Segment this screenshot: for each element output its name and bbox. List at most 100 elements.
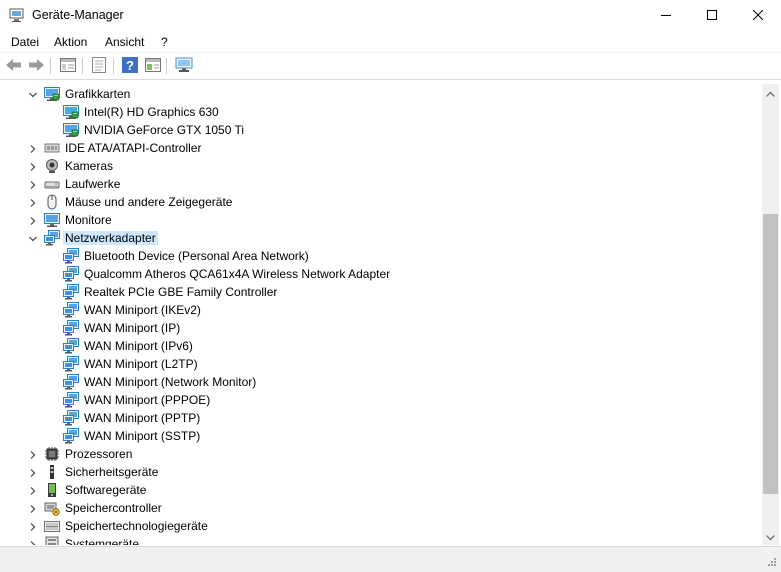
tree-category-speichertechnologiegeräte[interactable]: Speichertechnologiegeräte xyxy=(0,517,760,535)
minimize-button[interactable] xyxy=(643,0,689,31)
tree-device-item[interactable]: Bluetooth Device (Personal Area Network) xyxy=(0,247,760,265)
chevron-right-icon[interactable] xyxy=(28,503,38,513)
maximize-icon xyxy=(707,9,717,23)
properties-window-button[interactable] xyxy=(58,57,78,75)
driver-details-icon xyxy=(92,56,106,76)
network-adapter-icon xyxy=(63,428,79,444)
chevron-right-icon[interactable] xyxy=(28,521,38,531)
menu-help[interactable]: ? xyxy=(161,35,168,49)
storage-controller-icon xyxy=(44,500,60,516)
tree-device-item[interactable]: Qualcomm Atheros QCA61x4A Wireless Netwo… xyxy=(0,265,760,283)
toolbar-separator xyxy=(82,58,83,74)
view-button[interactable] xyxy=(143,57,163,75)
chevron-right-icon[interactable] xyxy=(28,485,38,495)
tree-device-item[interactable]: Realtek PCIe GBE Family Controller xyxy=(0,283,760,301)
chevron-down-icon[interactable] xyxy=(28,89,38,99)
menu-datei[interactable]: Datei xyxy=(11,35,39,49)
chevron-down-icon[interactable] xyxy=(28,233,38,243)
chevron-right-icon[interactable] xyxy=(28,179,38,189)
tree-item-label: Qualcomm Atheros QCA61x4A Wireless Netwo… xyxy=(84,267,391,281)
title-bar: Geräte-Manager xyxy=(0,0,781,31)
close-button[interactable] xyxy=(735,0,781,31)
toolbar: ? xyxy=(0,53,781,80)
menu-aktion[interactable]: Aktion xyxy=(54,35,87,49)
tree-item-label: Bluetooth Device (Personal Area Network) xyxy=(84,249,309,263)
chevron-right-icon[interactable] xyxy=(28,467,38,477)
storage-technology-icon xyxy=(44,518,60,534)
tree-device-item[interactable]: WAN Miniport (PPTP) xyxy=(0,409,760,427)
close-icon xyxy=(752,9,764,23)
tree-category-softwaregeräte[interactable]: Softwaregeräte xyxy=(0,481,760,499)
tree-device-item[interactable]: WAN Miniport (SSTP) xyxy=(0,427,760,445)
disk-drive-icon xyxy=(44,176,60,192)
vertical-scrollbar[interactable] xyxy=(762,84,779,545)
display-adapter-icon xyxy=(63,122,79,138)
tree-category-monitore[interactable]: Monitore xyxy=(0,211,760,229)
tree-category-netzwerkadapter[interactable]: Netzwerkadapter xyxy=(0,229,760,247)
resize-grip-icon[interactable] xyxy=(765,557,777,569)
tree-device-item[interactable]: WAN Miniport (L2TP) xyxy=(0,355,760,373)
tree-device-item[interactable]: WAN Miniport (Network Monitor) xyxy=(0,373,760,391)
driver-details-button[interactable] xyxy=(89,56,109,76)
tree-item-label: WAN Miniport (IKEv2) xyxy=(84,303,201,317)
network-adapter-icon xyxy=(63,374,79,390)
tree-category-laufwerke[interactable]: Laufwerke xyxy=(0,175,760,193)
tree-item-label: Realtek PCIe GBE Family Controller xyxy=(84,285,278,299)
camera-icon xyxy=(44,158,60,174)
device-tree[interactable]: Grafikkarten Intel(R) HD Graphics 630 NVID… xyxy=(0,84,762,545)
tree-item-label: Softwaregeräte xyxy=(65,483,147,497)
tree-category-grafikkarten[interactable]: Grafikkarten xyxy=(0,85,760,103)
tree-item-label: Mäuse und andere Zeigegeräte xyxy=(65,195,233,209)
maximize-button[interactable] xyxy=(689,0,735,31)
tree-category-mäuse-und-andere-zeigegeräte[interactable]: Mäuse und andere Zeigegeräte xyxy=(0,193,760,211)
network-adapter-icon xyxy=(63,338,79,354)
toolbar-separator xyxy=(166,58,167,74)
chevron-right-icon[interactable] xyxy=(28,449,38,459)
back-button[interactable] xyxy=(4,57,24,75)
toolbar-separator xyxy=(50,58,51,74)
network-adapter-icon xyxy=(63,302,79,318)
mouse-icon xyxy=(44,194,60,210)
menu-bar: Datei Aktion Ansicht ? xyxy=(0,31,781,53)
chevron-right-icon[interactable] xyxy=(28,143,38,153)
system-device-icon xyxy=(44,536,60,545)
network-adapter-icon xyxy=(63,320,79,336)
scroll-down-button[interactable] xyxy=(762,528,779,545)
tree-device-item[interactable]: WAN Miniport (PPPOE) xyxy=(0,391,760,409)
tree-category-kameras[interactable]: Kameras xyxy=(0,157,760,175)
tree-item-label: Speichercontroller xyxy=(65,501,162,515)
scan-hardware-button[interactable] xyxy=(174,57,194,75)
tree-item-label: IDE ATA/ATAPI-Controller xyxy=(65,141,202,155)
minimize-icon xyxy=(661,9,671,23)
tree-item-label: Netzwerkadapter xyxy=(63,231,158,245)
tree-device-item[interactable]: WAN Miniport (IP) xyxy=(0,319,760,337)
chevron-right-icon[interactable] xyxy=(28,197,38,207)
chevron-right-icon[interactable] xyxy=(28,539,38,545)
tree-category-systemgeräte[interactable]: Systemgeräte xyxy=(0,535,760,545)
network-adapter-icon xyxy=(63,266,79,282)
scroll-up-button[interactable] xyxy=(762,84,779,101)
menu-ansicht[interactable]: Ansicht xyxy=(105,35,144,49)
monitor-icon xyxy=(44,212,60,228)
tree-category-speichercontroller[interactable]: Speichercontroller xyxy=(0,499,760,517)
tree-item-label: Grafikkarten xyxy=(65,87,131,101)
monitor-scan-icon xyxy=(175,57,193,76)
toolbar-separator xyxy=(113,58,114,74)
chevron-right-icon[interactable] xyxy=(28,215,38,225)
tree-device-item[interactable]: WAN Miniport (IKEv2) xyxy=(0,301,760,319)
tree-category-prozessoren[interactable]: Prozessoren xyxy=(0,445,760,463)
tree-category-ide-ata-atapi-controller[interactable]: IDE ATA/ATAPI-Controller xyxy=(0,139,760,157)
tree-item-label: WAN Miniport (L2TP) xyxy=(84,357,198,371)
chevron-right-icon[interactable] xyxy=(28,161,38,171)
scroll-thumb[interactable] xyxy=(763,214,778,494)
view-icon xyxy=(145,57,161,75)
tree-device-item[interactable]: Intel(R) HD Graphics 630 xyxy=(0,103,760,121)
help-button[interactable]: ? xyxy=(120,56,140,75)
device-manager-icon xyxy=(9,8,24,23)
display-adapter-icon xyxy=(44,86,60,102)
tree-device-item[interactable]: NVIDIA GeForce GTX 1050 Ti xyxy=(0,121,760,139)
forward-button[interactable] xyxy=(26,57,46,75)
tree-device-item[interactable]: WAN Miniport (IPv6) xyxy=(0,337,760,355)
network-adapter-icon xyxy=(63,248,79,264)
tree-category-sicherheitsgeräte[interactable]: Sicherheitsgeräte xyxy=(0,463,760,481)
